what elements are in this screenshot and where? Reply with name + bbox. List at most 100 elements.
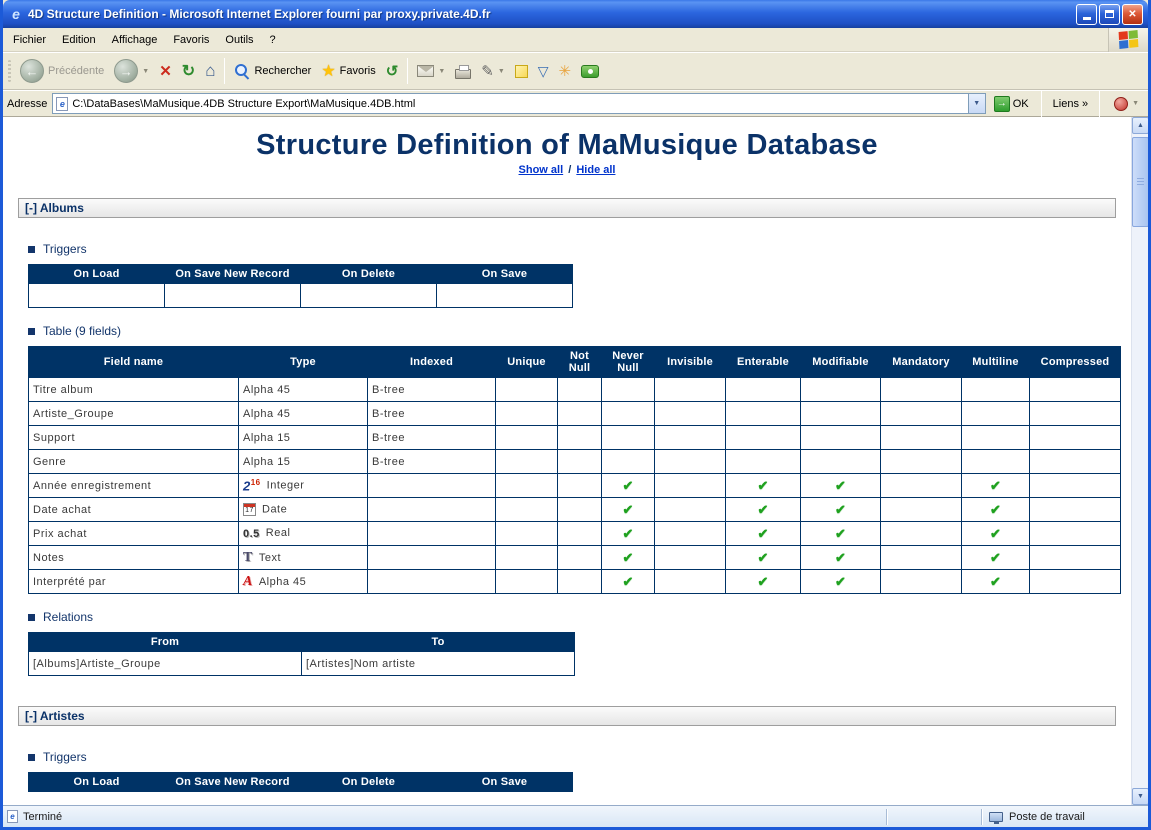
spark-icon: ✳ bbox=[559, 62, 572, 80]
flag-cell: ✔ bbox=[962, 474, 1030, 498]
integer-type-icon: 216 bbox=[243, 478, 261, 493]
go-label: OK bbox=[1013, 98, 1029, 110]
toolbar-grip[interactable] bbox=[8, 60, 11, 82]
research-button[interactable]: ✳ bbox=[554, 59, 577, 83]
mail-button[interactable]: ▼ bbox=[412, 62, 450, 80]
my-computer-icon bbox=[989, 812, 1003, 822]
flag-cell bbox=[726, 450, 801, 474]
address-input[interactable] bbox=[72, 98, 963, 110]
discuss-button[interactable] bbox=[510, 62, 533, 81]
field-type-cell: TText bbox=[239, 546, 368, 570]
scrollbar-thumb[interactable] bbox=[1132, 137, 1148, 227]
home-button[interactable]: ⌂ bbox=[200, 58, 220, 84]
flag-cell bbox=[496, 402, 558, 426]
artistes-triggers-text: Triggers bbox=[43, 750, 87, 764]
addon-dropdown-icon: ▼ bbox=[1132, 100, 1139, 107]
green-check-icon: ✔ bbox=[990, 502, 1001, 517]
menu-item-outils[interactable]: Outils bbox=[217, 31, 261, 49]
edit-dropdown-icon: ▼ bbox=[498, 68, 505, 75]
favorites-button[interactable]: ★ Favoris bbox=[316, 58, 380, 84]
square-bullet-icon bbox=[28, 246, 35, 253]
flag-cell bbox=[1030, 546, 1121, 570]
scroll-up-button[interactable]: ▲ bbox=[1132, 117, 1148, 134]
field-name-cell: Titre album bbox=[29, 378, 239, 402]
print-button[interactable] bbox=[450, 61, 476, 82]
flag-cell: ✔ bbox=[801, 522, 881, 546]
hide-all-link[interactable]: Hide all bbox=[576, 164, 615, 176]
field-type-cell: 17Date bbox=[239, 498, 368, 522]
indexed-cell bbox=[368, 546, 496, 570]
page-content: Structure Definition of MaMusique Databa… bbox=[3, 117, 1131, 805]
minimize-button[interactable] bbox=[1076, 4, 1097, 25]
refresh-button[interactable]: ↻ bbox=[177, 58, 200, 84]
flag-cell bbox=[726, 402, 801, 426]
stop-button[interactable]: ✕ bbox=[154, 59, 177, 83]
address-dropdown-button[interactable]: ▼ bbox=[968, 94, 985, 113]
flag-cell bbox=[558, 474, 602, 498]
flag-cell: ✔ bbox=[602, 498, 655, 522]
title-bar: e 4D Structure Definition - Microsoft In… bbox=[3, 0, 1148, 28]
page-title: Structure Definition of MaMusique Databa… bbox=[3, 129, 1131, 162]
indexed-cell bbox=[368, 474, 496, 498]
field-name-cell: Artiste_Groupe bbox=[29, 402, 239, 426]
show-all-link[interactable]: Show all bbox=[519, 164, 564, 176]
print-icon bbox=[455, 69, 471, 79]
flag-cell: ✔ bbox=[962, 522, 1030, 546]
albums-table-text: Table (9 fields) bbox=[43, 324, 121, 338]
scroll-down-button[interactable]: ▼ bbox=[1132, 788, 1148, 805]
addon-button[interactable]: ▼ bbox=[1109, 94, 1144, 114]
history-button[interactable]: ↺ bbox=[381, 59, 404, 83]
close-button[interactable]: ✕ bbox=[1122, 4, 1143, 25]
flag-cell bbox=[655, 570, 726, 594]
menu-item-fichier[interactable]: Fichier bbox=[5, 31, 54, 49]
mail-icon bbox=[417, 65, 434, 77]
links-menu[interactable]: Liens » bbox=[1051, 98, 1090, 110]
menu-item-affichage[interactable]: Affichage bbox=[104, 31, 166, 49]
messenger-button[interactable] bbox=[576, 62, 604, 81]
refresh-icon: ↻ bbox=[182, 61, 195, 81]
links-label: Liens bbox=[1053, 98, 1079, 110]
green-check-icon: ✔ bbox=[758, 478, 769, 493]
section-artistes-header[interactable]: [-] Artistes bbox=[18, 706, 1116, 726]
flag-cell bbox=[881, 402, 962, 426]
flag-cell bbox=[801, 402, 881, 426]
flag-cell bbox=[881, 498, 962, 522]
menu-item-edition[interactable]: Edition bbox=[54, 31, 104, 49]
section-albums-header[interactable]: [-] Albums bbox=[18, 198, 1116, 218]
flag-cell bbox=[558, 426, 602, 450]
field-name-cell: Date achat bbox=[29, 498, 239, 522]
green-check-icon: ✔ bbox=[835, 478, 846, 493]
field-type-cell: 216Integer bbox=[239, 474, 368, 498]
flag-cell bbox=[726, 426, 801, 450]
forward-button[interactable]: → ▼ bbox=[109, 56, 154, 86]
green-check-icon: ✔ bbox=[835, 526, 846, 541]
edit-button[interactable]: ✎ ▼ bbox=[476, 59, 510, 83]
security-zone-segment: Poste de travail bbox=[983, 806, 1148, 827]
green-check-icon: ✔ bbox=[990, 478, 1001, 493]
maximize-button[interactable] bbox=[1099, 4, 1120, 25]
section-albums-title: [-] Albums bbox=[25, 201, 84, 215]
address-label: Adresse bbox=[7, 98, 47, 110]
vertical-scrollbar[interactable]: ▲ ▼ bbox=[1131, 117, 1148, 805]
field-row: Artiste_GroupeAlpha 45B-tree bbox=[29, 402, 1121, 426]
addressbar-separator bbox=[1041, 91, 1042, 117]
field-name-cell: Année enregistrement bbox=[29, 474, 239, 498]
menu-item-favoris[interactable]: Favoris bbox=[165, 31, 217, 49]
green-check-icon: ✔ bbox=[990, 550, 1001, 565]
green-check-icon: ✔ bbox=[835, 550, 846, 565]
menu-item-aide[interactable]: ? bbox=[262, 31, 284, 49]
flag-cell bbox=[558, 450, 602, 474]
real-type-icon: 0.5 bbox=[243, 528, 260, 540]
albums-relations-text: Relations bbox=[43, 610, 93, 624]
field-type-cell: AAlpha 45 bbox=[239, 570, 368, 594]
toolbar-separator bbox=[407, 58, 408, 84]
toolbar-separator bbox=[224, 58, 225, 84]
go-button[interactable]: → OK bbox=[991, 96, 1032, 112]
flag-cell bbox=[496, 570, 558, 594]
back-button[interactable]: ← Précédente bbox=[15, 56, 109, 86]
flag-cell bbox=[655, 450, 726, 474]
filter-button[interactable]: ▽ bbox=[533, 60, 554, 83]
flag-cell bbox=[655, 402, 726, 426]
search-button[interactable]: Rechercher bbox=[229, 60, 316, 82]
flag-cell bbox=[655, 474, 726, 498]
